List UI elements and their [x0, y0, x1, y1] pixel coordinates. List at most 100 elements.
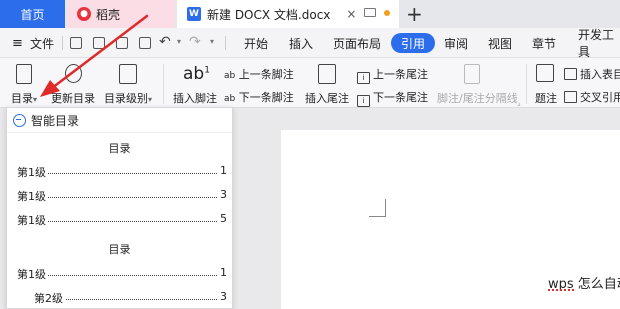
- file-menu[interactable]: 文件: [30, 28, 54, 58]
- next-footnote-label: 下一条脚注: [238, 91, 294, 104]
- tab-start[interactable]: 开始: [244, 28, 268, 58]
- next-footnote-button[interactable]: ab 下一条脚注: [224, 89, 294, 105]
- unsaved-dot-icon: [384, 10, 390, 16]
- tab-view[interactable]: 视图: [488, 28, 512, 58]
- divider: [526, 64, 527, 104]
- next-endnote-button[interactable]: i 下一条尾注: [357, 89, 428, 107]
- endnote-icon[interactable]: [318, 64, 336, 84]
- toc-preview-row[interactable]: 第1级 1: [17, 164, 227, 180]
- hamburger-menu-icon[interactable]: ≡: [12, 28, 23, 58]
- undo-icon[interactable]: ↶: [159, 34, 171, 50]
- menu-bar: ≡ 文件 ↶ ▾ ↷ ▾ 开始 插入 页面布局 引用 审阅 视图 章节 开发工具: [0, 28, 620, 59]
- toc-row-page: 1: [218, 164, 227, 177]
- prev-footnote-label: 上一条脚注: [238, 68, 294, 81]
- footnote-glyph: ab: [183, 64, 205, 84]
- toc-row-label: 第1级: [17, 266, 48, 282]
- caption-button[interactable]: 题注: [535, 90, 557, 106]
- separator-line-icon: [464, 64, 480, 84]
- toc-button-label: 目录: [11, 92, 33, 105]
- divider: [163, 64, 164, 104]
- next-endnote-label: 下一条尾注: [373, 91, 428, 104]
- toc-preview-1-title: 目录: [108, 142, 131, 155]
- toc-row-label: 第1级: [17, 188, 48, 204]
- tab-section[interactable]: 章节: [532, 28, 556, 58]
- toc-preview-row[interactable]: 第1级 5: [17, 212, 227, 228]
- tab-references[interactable]: 引用: [391, 33, 436, 53]
- toc-row-label: 第1级: [17, 212, 48, 228]
- footnote-separator-button[interactable]: 脚注/尾注分隔线: [437, 90, 518, 106]
- toc-row-page: 1: [218, 266, 227, 279]
- tab-daoke[interactable]: ● 稻壳: [67, 0, 175, 28]
- tab-developer-tools[interactable]: 开发工具: [578, 28, 620, 59]
- next-endnote-icon: i: [357, 95, 370, 107]
- toc-level-button[interactable]: 目录级别▾: [104, 90, 152, 106]
- prev-footnote-button[interactable]: ab 上一条脚注: [224, 66, 294, 82]
- tab-insert[interactable]: 插入: [289, 28, 313, 58]
- toc-preview-row[interactable]: 第1级 1: [17, 266, 227, 282]
- cross-reference-button[interactable]: 交叉引用: [564, 89, 620, 105]
- toc-row-label: 第1级: [17, 164, 48, 180]
- insert-footnote-button[interactable]: 插入脚注: [173, 90, 217, 106]
- caption-icon[interactable]: [536, 64, 554, 82]
- divider: [7, 132, 232, 133]
- margin-corner-mark: [369, 216, 386, 217]
- footnote-icon[interactable]: ab1: [183, 64, 210, 84]
- toc-icon[interactable]: [16, 64, 32, 84]
- toc-preview-row[interactable]: 第1级 3: [17, 188, 227, 204]
- save-icon[interactable]: [70, 37, 82, 49]
- smart-toc-item[interactable]: 智能目录: [13, 112, 79, 129]
- toc-button[interactable]: 目录▾: [11, 90, 37, 106]
- customize-quick-access-icon[interactable]: ▾: [210, 37, 214, 46]
- spellcheck-underline: [548, 289, 574, 291]
- divider: [62, 36, 63, 50]
- footnote-sup: 1: [204, 65, 210, 76]
- toc-level-icon[interactable]: [119, 64, 137, 84]
- next-footnote-icon: ab: [224, 94, 236, 104]
- tab-strip: 首页 ● 稻壳 W 新建 DOCX 文档.docx × +: [0, 0, 620, 28]
- tab-home-label: 首页: [20, 7, 45, 22]
- cross-reference-label: 交叉引用: [580, 91, 620, 104]
- tab-home[interactable]: 首页: [0, 0, 65, 28]
- margin-corner-mark: [385, 199, 386, 217]
- insert-table-toc-button[interactable]: 插入表目: [564, 66, 620, 82]
- toc-preview-2-title: 目录: [108, 243, 131, 256]
- prev-endnote-button[interactable]: i 上一条尾注: [357, 66, 428, 84]
- update-toc-icon[interactable]: [65, 64, 82, 83]
- toc-row-label: 第2级: [34, 290, 65, 306]
- print-preview-icon[interactable]: [139, 37, 151, 49]
- update-toc-button[interactable]: 更新目录: [51, 90, 95, 106]
- insert-endnote-button[interactable]: 插入尾注: [305, 90, 349, 106]
- new-tab-button[interactable]: +: [406, 2, 423, 26]
- ribbon-toolbar: 目录▾ 更新目录 目录级别▾ ab1 插入脚注 ab 上一条脚注 ab 下一条脚…: [0, 58, 620, 108]
- toc-dropdown-menu: 智能目录 目录 第1级 1 第1级 3 第1级 5 目录 第1级 1 第2级 3: [6, 107, 233, 309]
- toc-row-page: 3: [218, 188, 227, 201]
- tab-document-label: 新建 DOCX 文档.docx: [207, 7, 331, 22]
- toc-caret-icon: ▾: [33, 95, 38, 104]
- prev-footnote-icon: ab: [224, 71, 236, 81]
- close-tab-icon[interactable]: ×: [346, 7, 356, 21]
- daoke-logo-icon: ●: [77, 7, 91, 21]
- redo-icon[interactable]: ↷: [189, 34, 201, 50]
- divider: [225, 36, 226, 50]
- prev-endnote-icon: i: [357, 72, 370, 84]
- toc-row-page: 3: [218, 290, 227, 303]
- toc-level-label: 目录级别: [104, 92, 148, 105]
- print-icon[interactable]: [116, 37, 128, 49]
- dialog-launcher-icon[interactable]: ⌟: [517, 98, 521, 107]
- smart-toc-icon: [13, 114, 26, 127]
- insert-table-toc-label: 插入表目: [580, 68, 620, 81]
- toc-preview-row[interactable]: 第2级 3: [17, 290, 227, 306]
- prev-endnote-label: 上一条尾注: [373, 68, 428, 81]
- wps-writer-icon: W: [187, 7, 201, 21]
- smart-toc-label: 智能目录: [31, 114, 80, 128]
- monitor-icon[interactable]: [364, 8, 376, 17]
- toc-level-caret-icon: ▾: [148, 95, 153, 104]
- insert-table-toc-icon: [564, 68, 577, 80]
- tab-review[interactable]: 审阅: [444, 28, 468, 58]
- toc-row-page: 5: [218, 212, 227, 225]
- tab-daoke-label: 稻壳: [96, 7, 121, 22]
- tab-page-layout[interactable]: 页面布局: [333, 28, 381, 58]
- cross-reference-icon: [564, 91, 577, 103]
- undo-dropdown-icon[interactable]: ▾: [177, 37, 181, 46]
- export-pdf-icon[interactable]: [93, 37, 105, 49]
